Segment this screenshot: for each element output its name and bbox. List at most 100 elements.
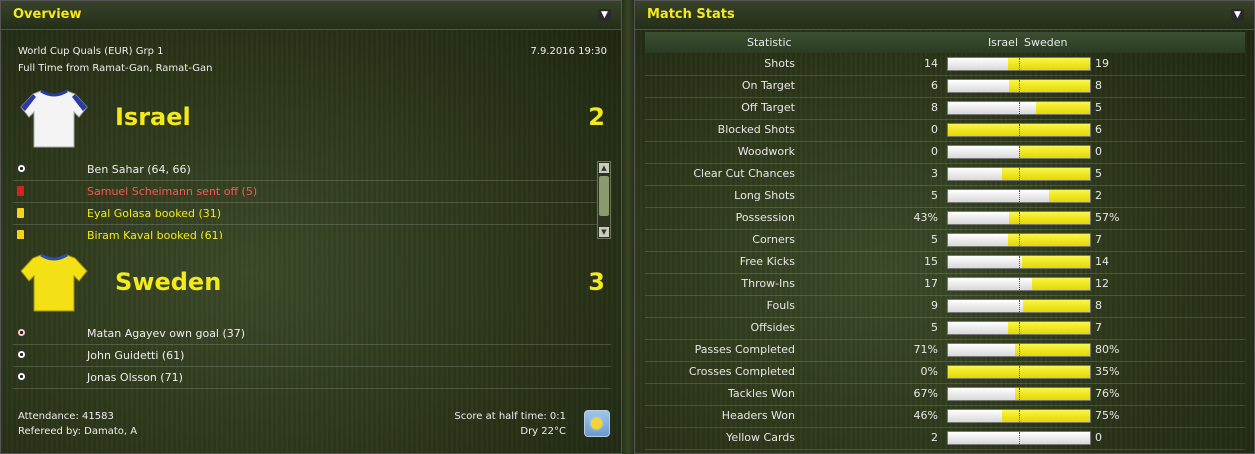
event-row[interactable]: Biram Kaval booked (61) (13, 225, 611, 239)
stat-comparison-bar (947, 277, 1091, 291)
stat-comparison-bar (947, 299, 1091, 313)
stat-row: Corners 5 7 (645, 229, 1245, 252)
home-share-fill (948, 234, 1008, 246)
bar-midline (1019, 234, 1020, 246)
scroll-up-icon[interactable]: ▲ (599, 163, 609, 173)
event-row[interactable]: Samuel Scheimann sent off (5) (13, 181, 611, 203)
home-team-name[interactable]: Israel (115, 103, 191, 131)
stat-comparison-bar (947, 167, 1091, 181)
stat-comparison-bar (947, 387, 1091, 401)
home-share-fill (948, 410, 1002, 422)
stat-home-value: 2 (931, 431, 938, 444)
stat-home-value: 15 (924, 255, 938, 268)
stat-home-value: 5 (931, 189, 938, 202)
home-share-fill (948, 300, 1023, 312)
bar-midline (1019, 124, 1020, 136)
overview-title: Overview (1, 1, 621, 30)
stat-away-value: 14 (1095, 255, 1109, 268)
home-share-fill (948, 58, 1008, 70)
stat-comparison-bar (947, 343, 1091, 357)
stat-label: Passes Completed (694, 343, 795, 356)
scroll-down-icon[interactable]: ▼ (599, 227, 609, 237)
weather-icon (584, 410, 610, 437)
stat-label: Off Target (741, 101, 795, 114)
stats-header-row: Statistic Israel Sweden (645, 32, 1245, 53)
stat-label: Crosses Completed (688, 365, 795, 378)
stat-row: Tackles Won 67% 76% (645, 383, 1245, 406)
stat-home-value: 17 (924, 277, 938, 290)
away-share-fill (1008, 234, 1090, 246)
stat-label: Shots (764, 57, 795, 70)
header-statistic: Statistic (747, 36, 792, 49)
stat-label: Corners (752, 233, 795, 246)
stat-row: Crosses Completed 0% 35% (645, 361, 1245, 384)
stat-comparison-bar (947, 409, 1091, 423)
stat-away-value: 19 (1095, 57, 1109, 70)
stat-away-value: 2 (1095, 189, 1102, 202)
home-share-fill (948, 190, 1049, 202)
match-stats-panel: Match Stats ▼ Statistic Israel Sweden Sh… (634, 0, 1255, 454)
home-score: 2 (588, 103, 605, 131)
home-share-fill (948, 388, 1015, 400)
event-text: Matan Agayev own goal (37) (87, 327, 246, 340)
stat-comparison-bar (947, 255, 1091, 269)
stat-comparison-bar (947, 57, 1091, 71)
scrollbar-thumb[interactable] (599, 176, 609, 216)
away-share-fill (1015, 388, 1090, 400)
stat-label: Fouls (766, 299, 795, 312)
bar-midline (1019, 300, 1020, 312)
stat-label: Possession (735, 211, 795, 224)
home-share-fill (948, 146, 1019, 158)
event-row[interactable]: Eyal Golasa booked (31) (13, 203, 611, 225)
away-share-fill (1015, 344, 1090, 356)
stat-row: Long Shots 5 2 (645, 185, 1245, 208)
overview-menu-icon[interactable]: ▼ (598, 9, 611, 21)
bar-midline (1019, 344, 1020, 356)
stat-row: On Target 6 8 (645, 75, 1245, 98)
stat-row: Off Target 8 5 (645, 97, 1245, 120)
stat-home-value: 0% (920, 365, 938, 378)
stat-row: Possession 43% 57% (645, 207, 1245, 230)
bar-midline (1019, 58, 1020, 70)
event-row[interactable]: Ben Sahar (64, 66) (13, 159, 611, 181)
red-card-icon (17, 186, 24, 196)
stat-row: Headers Won 46% 75% (645, 405, 1245, 428)
stat-home-value: 0 (931, 145, 938, 158)
stat-label: Headers Won (721, 409, 795, 422)
event-text: Biram Kaval booked (61) (87, 229, 223, 239)
match-datetime: 7.9.2016 19:30 (530, 46, 607, 57)
stat-label: Blocked Shots (717, 123, 795, 136)
home-shirt-icon (20, 89, 88, 148)
stat-away-value: 8 (1095, 299, 1102, 312)
home-share-fill (948, 102, 1036, 114)
stat-away-value: 75% (1095, 409, 1120, 422)
stat-comparison-bar (947, 431, 1091, 445)
event-row[interactable]: John Guidetti (61) (13, 345, 611, 367)
referee-label: Refereed by: Damato, A (18, 426, 138, 437)
stat-label: On Target (741, 79, 795, 92)
bar-midline (1019, 80, 1020, 92)
bar-midline (1019, 212, 1020, 224)
stat-label: Free Kicks (739, 255, 795, 268)
ball-icon (17, 372, 26, 381)
weather-label: Dry 22°C (520, 426, 566, 437)
away-share-fill (1019, 146, 1090, 158)
match-stats-menu-icon[interactable]: ▼ (1231, 9, 1244, 21)
events-scrollbar[interactable]: ▲ ▼ (597, 161, 611, 239)
event-text: Jonas Olsson (71) (87, 371, 183, 384)
competition-label: World Cup Quals (EUR) Grp 1 (18, 46, 164, 57)
away-team-name[interactable]: Sweden (115, 268, 221, 296)
away-share-fill (1002, 168, 1090, 180)
stat-home-value: 0 (931, 123, 938, 136)
event-row[interactable]: Matan Agayev own goal (37) (13, 323, 611, 345)
venue-label: Full Time from Ramat-Gan, Ramat-Gan (18, 63, 213, 74)
bar-midline (1019, 278, 1020, 290)
event-row[interactable]: Jonas Olsson (71) (13, 367, 611, 389)
stat-comparison-bar (947, 321, 1091, 335)
panel-divider[interactable] (622, 0, 634, 454)
stat-away-value: 5 (1095, 101, 1102, 114)
stat-label: Offsides (750, 321, 795, 334)
stat-home-value: 43% (913, 211, 938, 224)
stat-label: Clear Cut Chances (693, 167, 795, 180)
event-text: Samuel Scheimann sent off (5) (87, 185, 258, 198)
